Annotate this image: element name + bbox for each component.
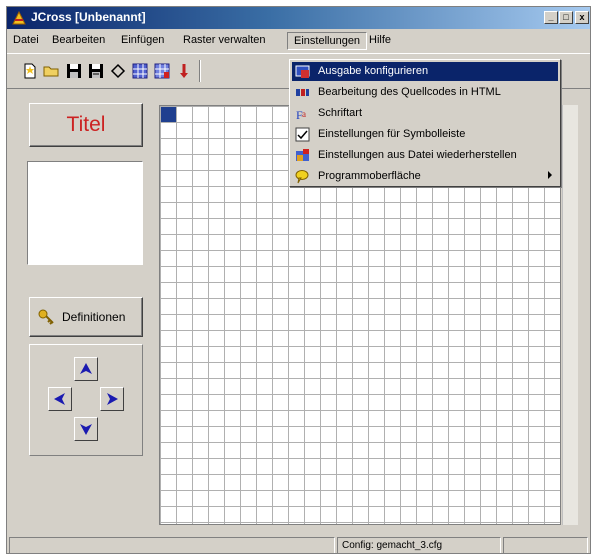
- open-folder-icon[interactable]: [43, 62, 61, 80]
- menu-einfuegen[interactable]: Einfügen: [121, 34, 164, 46]
- einstellungen-dropdown: Ausgabe konfigurieren Bearbeitung des Qu…: [289, 59, 561, 187]
- menu-programmoberflaeche[interactable]: Programmoberfläche: [292, 167, 558, 186]
- menu-item-label: Einstellungen aus Datei wiederherstellen: [318, 149, 517, 161]
- close-button[interactable]: x: [575, 11, 589, 24]
- menu-item-label: Schriftart: [318, 107, 363, 119]
- menu-datei[interactable]: Datei: [13, 34, 39, 46]
- arrow-down-button[interactable]: [74, 417, 98, 441]
- toolbar-separator: [199, 60, 201, 82]
- menu-item-label: Bearbeitung des Quellcodes in HTML: [318, 86, 501, 98]
- arrow-up-button[interactable]: [74, 357, 98, 381]
- arrow-right-button[interactable]: [100, 387, 124, 411]
- definitions-label: Definitionen: [62, 310, 126, 324]
- arrow-right-icon: [107, 393, 118, 405]
- pin-icon[interactable]: [175, 62, 193, 80]
- menu-item-label: Programmoberfläche: [318, 170, 421, 182]
- save-as-icon[interactable]: [87, 62, 105, 80]
- menu-item-label: Einstellungen für Symbolleiste: [318, 128, 466, 140]
- window-title: JCross [Unbenannt]: [31, 10, 146, 24]
- title-button[interactable]: Titel: [29, 103, 143, 147]
- menu-einstellungen-wiederherstellen[interactable]: Einstellungen aus Datei wiederherstellen: [292, 146, 558, 165]
- toolbar-settings-icon: [295, 127, 310, 142]
- status-pane-main: [9, 537, 335, 553]
- menu-hilfe[interactable]: Hilfe: [369, 34, 391, 46]
- interface-icon: [295, 170, 309, 184]
- title-bar[interactable]: JCross [Unbenannt] _ □ x: [7, 7, 590, 29]
- menu-raster-verwalten[interactable]: Raster verwalten: [183, 34, 266, 46]
- grid-edit-icon[interactable]: [153, 62, 171, 80]
- vertical-scrollbar[interactable]: [562, 105, 578, 525]
- restore-settings-icon: [296, 149, 309, 161]
- grid-icon[interactable]: [131, 62, 149, 80]
- definitions-button[interactable]: Definitionen: [29, 297, 143, 337]
- preview-box: [27, 161, 143, 265]
- submenu-arrow-icon: [548, 171, 552, 179]
- menu-symbolleiste[interactable]: Einstellungen für Symbolleiste: [292, 125, 558, 144]
- menu-bar: Datei Bearbeiten Einfügen Raster verwalt…: [7, 31, 590, 51]
- save-icon[interactable]: [65, 62, 83, 80]
- output-config-icon: [295, 65, 310, 78]
- arrow-up-icon: [80, 363, 92, 374]
- menu-einstellungen[interactable]: Einstellungen: [287, 32, 368, 50]
- selected-cell[interactable]: [161, 107, 176, 122]
- key-icon: [38, 309, 54, 325]
- status-config: Config: gemacht_3.cfg: [337, 537, 501, 553]
- svg-text:a: a: [302, 109, 306, 119]
- menu-schriftart[interactable]: F a Schriftart: [292, 104, 558, 123]
- arrow-left-icon: [54, 393, 65, 405]
- minimize-button[interactable]: _: [544, 11, 558, 24]
- menu-bearbeiten[interactable]: Bearbeiten: [52, 34, 105, 46]
- arrow-left-button[interactable]: [48, 387, 72, 411]
- status-bar: Config: gemacht_3.cfg: [7, 535, 590, 553]
- menu-item-label: Ausgabe konfigurieren: [318, 65, 429, 77]
- app-icon: [12, 10, 26, 25]
- menu-quellcode-html[interactable]: Bearbeitung des Quellcodes in HTML: [292, 83, 558, 102]
- menu-ausgabe-konfigurieren[interactable]: Ausgabe konfigurieren: [292, 62, 558, 81]
- navigation-pad: [29, 344, 143, 456]
- html-source-icon: [296, 89, 309, 96]
- new-file-icon[interactable]: [21, 62, 39, 80]
- arrow-down-icon: [80, 424, 92, 435]
- web-icon[interactable]: [109, 62, 127, 80]
- font-icon: F a: [296, 108, 306, 121]
- app-window: JCross [Unbenannt] _ □ x Datei Bearbeite…: [6, 6, 591, 554]
- maximize-button[interactable]: □: [559, 11, 573, 24]
- status-pane-extra: [503, 537, 588, 553]
